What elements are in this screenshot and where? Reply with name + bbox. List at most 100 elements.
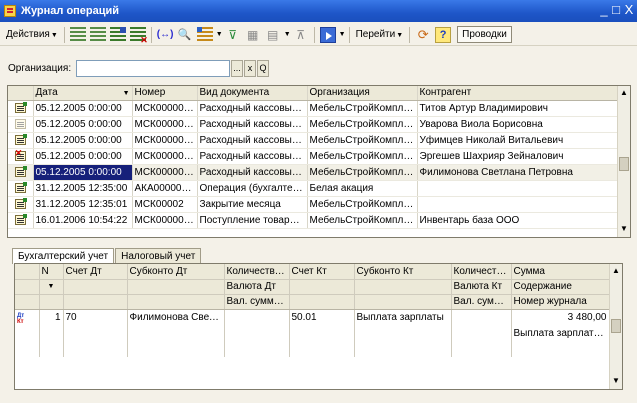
column-header-counterparty[interactable]: Контрагент [417, 86, 620, 101]
cell-counterparty [417, 180, 620, 197]
column-header-currency-dt[interactable]: Валюта Дт [224, 279, 290, 295]
cell-organization: Белая акация [307, 180, 418, 197]
column-header-acct-kt[interactable]: Счет Кт [289, 264, 355, 280]
postings-button[interactable]: Проводки [457, 26, 512, 43]
journal-scrollbar[interactable]: ▲ ▼ [617, 86, 630, 237]
organization-input[interactable] [76, 60, 230, 77]
scroll-up-icon[interactable]: ▲ [610, 264, 622, 277]
cell-doc-type: Операция (бухгалтерск... [197, 180, 308, 197]
tab-accounting[interactable]: Бухгалтерский учет [12, 248, 115, 264]
table-row[interactable]: 05.12.2005 0:00:00 МСК00000024 Расходный… [8, 116, 620, 133]
find-icon[interactable]: 🔍 [177, 27, 193, 43]
table-row[interactable]: 16.01.2006 10:54:22 МСК00000001 Поступле… [8, 212, 620, 229]
column-header-amount[interactable]: Сумма [511, 264, 610, 280]
table-row-selected[interactable]: 05.12.2005 0:00:00 МСК00000027 Расходный… [8, 164, 620, 181]
column-header-doc-type[interactable]: Вид документа [197, 86, 308, 101]
column-header-n[interactable]: N [39, 264, 64, 280]
table-row[interactable]: 31.12.2005 12:35:01 МСК00002 Закрытие ме… [8, 196, 620, 213]
cell-doc-type: Расходный кассовый о... [197, 164, 308, 181]
select-button[interactable]: ... [231, 60, 243, 77]
scroll-up-icon[interactable]: ▲ [618, 86, 630, 99]
empty-cell [451, 325, 512, 341]
empty-header-cell [127, 279, 225, 295]
refresh-icon[interactable]: ⟳ [415, 27, 431, 43]
clear-button[interactable]: x [244, 60, 256, 77]
help-icon[interactable]: ? [435, 26, 452, 43]
scroll-thumb[interactable] [611, 319, 621, 333]
column-header-journal-no[interactable]: Номер журнала [511, 294, 610, 310]
cell-organization: МебельСтройКомплект ... [307, 212, 418, 229]
empty-header-cell [354, 279, 452, 295]
scroll-thumb[interactable] [619, 157, 629, 171]
table-row[interactable]: 31.12.2005 12:35:00 АКА00000001 Операция… [8, 180, 620, 197]
column-header-subconto-dt[interactable]: Субконто Дт [127, 264, 225, 280]
sort-desc-icon: ▼ [122, 90, 130, 98]
post-document-icon[interactable] [319, 26, 336, 43]
debit-mark: Дт [17, 312, 25, 319]
actions-menu[interactable]: Действия▼ [3, 29, 61, 40]
column-header-acct-dt[interactable]: Счет Дт [63, 264, 128, 280]
cell-counterparty: Эргешев Шахрияр Зейналович [417, 148, 620, 165]
column-header-organization[interactable]: Организация [307, 86, 418, 101]
close-button[interactable]: X [621, 3, 637, 19]
cell-organization: МебельСтройКомплект ... [307, 148, 418, 165]
toolbar-separator [150, 26, 152, 43]
empty-cell [224, 325, 290, 341]
posting-row[interactable]: Дт Кт 1 70 Филимонова Светла... 50.01 Вып… [15, 309, 610, 325]
posted-document-icon [14, 214, 27, 225]
scroll-down-icon[interactable]: ▼ [618, 222, 630, 235]
table-row[interactable]: 05.12.2005 0:00:00 МСК00000026 Расходный… [8, 148, 620, 165]
filter-icon[interactable]: ⊽ [225, 27, 241, 43]
chevron-down-icon[interactable]: ▼ [284, 31, 291, 38]
posting-row-cont[interactable]: Выплата зарплаты п... [15, 325, 610, 341]
empty-cell [39, 341, 64, 357]
add-document-icon[interactable] [69, 26, 86, 43]
select-list-icon[interactable] [196, 26, 213, 43]
interval-icon[interactable]: (↔) [157, 27, 174, 43]
chevron-down-icon[interactable]: ▼ [216, 31, 223, 38]
table-row[interactable]: 05.12.2005 0:00:00 МСК00000023 Расходный… [8, 100, 620, 117]
column-header-date[interactable]: Дата ▼ [33, 86, 133, 101]
clear-filter-icon[interactable]: ⊼ [293, 27, 309, 43]
empty-header-cell [63, 294, 128, 310]
cell-doc-type: Расходный кассовый о... [197, 116, 308, 133]
filter-off-icon[interactable]: ▦ [245, 27, 261, 43]
scroll-track[interactable] [610, 277, 622, 374]
tab-tax[interactable]: Налоговый учет [115, 248, 202, 263]
column-header-number[interactable]: Номер [132, 86, 198, 101]
table-row[interactable]: 05.12.2005 0:00:00 МСК00000025 Расходный… [8, 132, 620, 149]
sort-icon[interactable]: ▤ [265, 27, 281, 43]
scroll-track[interactable] [618, 99, 630, 222]
cell-number: МСК00000024 [132, 116, 198, 133]
column-header-label: Дата [35, 87, 58, 99]
empty-cell [39, 325, 64, 341]
column-header-currency-kt[interactable]: Валюта Кт [451, 279, 512, 295]
chevron-down-icon[interactable]: ▼ [339, 31, 346, 38]
empty-cell [354, 341, 452, 357]
search-button[interactable]: Q [257, 60, 269, 77]
cell-organization: МебельСтройКомплект ... [307, 196, 418, 213]
posted-document-icon [14, 102, 27, 113]
tab-bar: Бухгалтерский учет Налоговый учет [12, 248, 202, 264]
mark-delete-icon[interactable] [129, 26, 148, 46]
posting-type-cell: Дт Кт [15, 309, 40, 325]
posting-row-cont[interactable] [15, 341, 610, 357]
goto-menu[interactable]: Перейти▼ [353, 29, 407, 40]
journal-table: Дата ▼ Номер Вид документа Организация Ко… [7, 85, 631, 238]
organization-filter: Организация: ... x Q [8, 60, 269, 77]
column-header-content[interactable]: Содержание [511, 279, 610, 295]
column-header-subconto-kt[interactable]: Субконто Кт [354, 264, 452, 280]
cell-organization: МебельСтройКомплект ... [307, 132, 418, 149]
cell-doc-type: Закрытие месяца [197, 196, 308, 213]
edit-document-icon[interactable] [109, 26, 126, 43]
column-header-qty-kt[interactable]: Количество Кт [451, 264, 512, 280]
column-header-cur-amount-dt[interactable]: Вал. сумма Дт [224, 294, 290, 310]
postings-scrollbar[interactable]: ▲ ▼ [609, 264, 622, 389]
chevron-down-icon: ▼ [396, 32, 404, 39]
column-header-qty-dt[interactable]: Количество Дт [224, 264, 290, 280]
scroll-down-icon[interactable]: ▼ [610, 374, 622, 387]
toolbar-separator [348, 26, 350, 43]
column-header-cur-amount-kt[interactable]: Вал. сумма Кт [451, 294, 512, 310]
copy-document-icon[interactable] [89, 26, 106, 43]
cell-acct-kt: 50.01 [289, 309, 355, 325]
